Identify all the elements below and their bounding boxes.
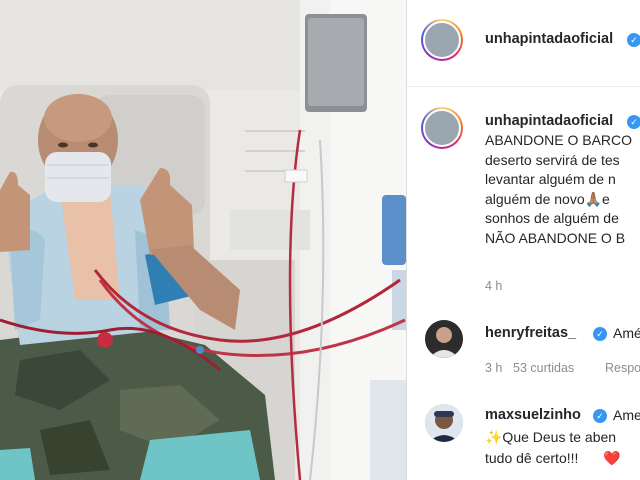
heart-icon: ❤️ (603, 450, 621, 466)
comment-username[interactable]: henryfreitas_ (485, 325, 576, 341)
caption-author-username[interactable]: unhapintadaoficial (485, 113, 613, 129)
comment-text-line: ✨Que Deus te aben (485, 429, 617, 445)
post-photo-image (0, 0, 406, 480)
caption-author-avatar[interactable] (421, 107, 463, 149)
verified-badge-icon: ✓ (627, 115, 640, 129)
comment-likes[interactable]: 53 curtidas (513, 361, 574, 375)
caption-line: ABANDONE O BARCO (485, 132, 633, 148)
commenter-avatar[interactable] (425, 404, 463, 442)
commenter-avatar[interactable] (425, 320, 463, 358)
avatar-photo (423, 109, 461, 147)
author-username[interactable]: unhapintadaoficial (485, 31, 613, 47)
caption-line: sonhos de alguém de (485, 210, 619, 226)
caption-line: levantar alguém de n (485, 171, 616, 187)
avatar-photo (425, 320, 463, 358)
verified-badge-icon: ✓ (627, 33, 640, 47)
post-photo (0, 0, 406, 480)
verified-badge-icon: ✓ (593, 327, 607, 341)
reply-button[interactable]: Respo (605, 361, 640, 375)
post-header: unhapintadaoficial ✓ (407, 0, 640, 87)
avatar-photo (423, 21, 461, 59)
caption-line: NÃO ABANDONE O B (485, 229, 626, 246)
avatar-photo (425, 404, 463, 442)
comments-panel: unhapintadaoficial ✓ unhapintadaoficial … (407, 0, 640, 480)
post-caption: ABANDONE O BARCO deserto servirá de tes … (485, 131, 640, 248)
comment-text: Amé (613, 325, 640, 341)
caption-line: deserto servirá de tes (485, 151, 620, 168)
comment-text: Ame (613, 407, 640, 423)
author-avatar[interactable] (421, 19, 463, 61)
comment-username[interactable]: maxsuelzinho (485, 407, 581, 423)
caption-line: alguém de novo🙏🏽e (485, 190, 610, 207)
comment-time[interactable]: 3 h (485, 361, 502, 375)
comment-text-line: tudo dê certo!!! (485, 450, 579, 466)
verified-badge-icon: ✓ (593, 409, 607, 423)
post-time[interactable]: 4 h (485, 279, 502, 293)
